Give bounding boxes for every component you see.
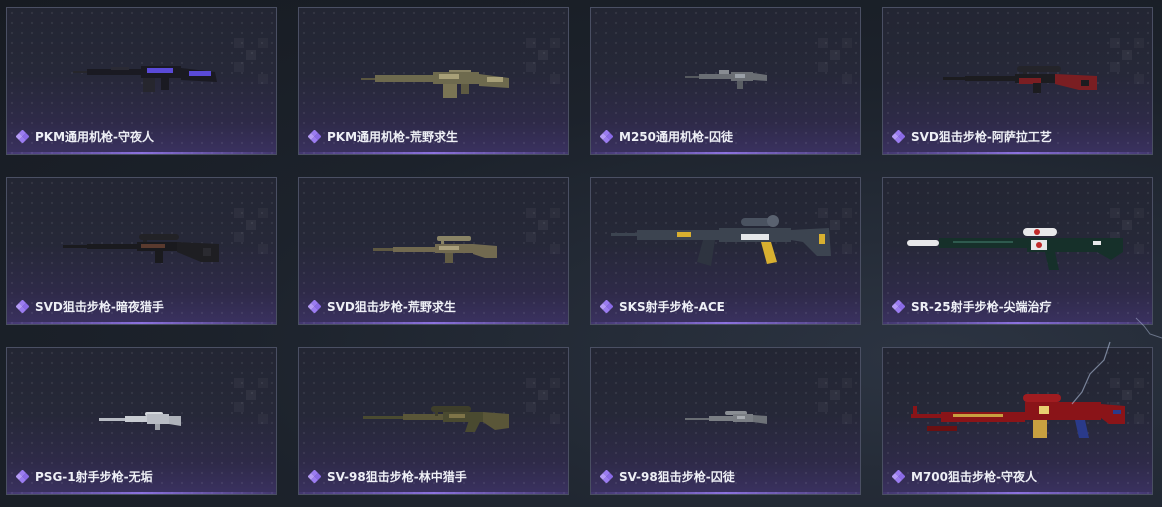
rarity-diamond-icon (892, 470, 905, 483)
weapon-skin-name: SVD狙击步枪-阿萨拉工艺 (911, 130, 1052, 144)
rarity-diamond-icon (16, 300, 29, 313)
card-label: SV-98狙击步枪-囚徒 (600, 468, 735, 485)
rarity-diamond-icon (16, 130, 29, 143)
rarity-diamond-icon (892, 130, 905, 143)
weapon-card[interactable]: PKM通用机枪-荒野求生 (298, 7, 569, 155)
weapon-card[interactable]: SVD狙击步枪-阿萨拉工艺 (882, 7, 1153, 155)
weapon-skin-grid: PKM通用机枪-守夜人 PKM通用机枪-荒野求生 M250通用机枪-囚徒 SVD… (6, 7, 1153, 495)
sniper-rifle-icon (911, 394, 1125, 438)
machine-gun-icon (361, 70, 509, 98)
sniper-rifle-icon (63, 234, 219, 263)
sniper-rifle-icon (943, 66, 1097, 93)
card-label: PSG-1射手步枪-无垢 (16, 468, 153, 485)
rarity-diamond-icon (308, 470, 321, 483)
card-label: M250通用机枪-囚徒 (600, 128, 733, 145)
marksman-rifle-icon (907, 228, 1123, 270)
weapon-card[interactable]: SVD狙击步枪-暗夜猎手 (6, 177, 277, 325)
card-label: PKM通用机枪-守夜人 (16, 128, 154, 145)
weapon-card[interactable]: PSG-1射手步枪-无垢 (6, 347, 277, 495)
weapon-card[interactable]: PKM通用机枪-守夜人 (6, 7, 277, 155)
card-label: SKS射手步枪-ACE (600, 298, 725, 315)
marksman-rifle-icon (611, 215, 831, 266)
weapon-skin-name: SV-98狙击步枪-囚徒 (619, 470, 735, 484)
weapon-skin-name: SV-98狙击步枪-林中猎手 (327, 470, 467, 484)
weapon-card[interactable]: M700狙击步枪-守夜人 (882, 347, 1153, 495)
weapon-skin-name: M700狙击步枪-守夜人 (911, 470, 1037, 484)
weapon-skin-name: PKM通用机枪-守夜人 (35, 130, 155, 144)
marksman-rifle-icon (99, 412, 181, 430)
weapon-skin-name: SKS射手步枪-ACE (619, 300, 725, 314)
machine-gun-icon (685, 70, 767, 89)
weapon-skin-name: SVD狙击步枪-荒野求生 (327, 300, 456, 314)
rarity-diamond-icon (892, 300, 905, 313)
card-label: SV-98狙击步枪-林中猎手 (308, 468, 467, 485)
weapon-skin-name: PKM通用机枪-荒野求生 (327, 130, 459, 144)
rarity-diamond-icon (600, 300, 613, 313)
card-label: SVD狙击步枪-暗夜猎手 (16, 298, 164, 315)
weapon-card[interactable]: SR-25射手步枪-尖端治疗 (882, 177, 1153, 325)
weapon-card[interactable]: SV-98狙击步枪-囚徒 (590, 347, 861, 495)
weapon-skin-name: M250通用机枪-囚徒 (619, 130, 733, 144)
rarity-diamond-icon (308, 300, 321, 313)
card-label: M700狙击步枪-守夜人 (892, 468, 1037, 485)
weapon-skin-name: SR-25射手步枪-尖端治疗 (911, 300, 1052, 314)
weapon-skin-name: PSG-1射手步枪-无垢 (35, 470, 153, 484)
weapon-card[interactable]: SV-98狙击步枪-林中猎手 (298, 347, 569, 495)
card-label: PKM通用机枪-荒野求生 (308, 128, 458, 145)
sniper-rifle-icon (373, 236, 497, 263)
machine-gun-icon (73, 66, 217, 92)
rarity-diamond-icon (600, 470, 613, 483)
sniper-rifle-icon (363, 406, 509, 432)
weapon-card[interactable]: SKS射手步枪-ACE (590, 177, 861, 325)
card-label: SVD狙击步枪-荒野求生 (308, 298, 456, 315)
rarity-diamond-icon (308, 130, 321, 143)
weapon-card[interactable]: SVD狙击步枪-荒野求生 (298, 177, 569, 325)
sniper-rifle-icon (685, 411, 767, 424)
weapon-skin-name: SVD狙击步枪-暗夜猎手 (35, 300, 164, 314)
card-label: SR-25射手步枪-尖端治疗 (892, 298, 1052, 315)
rarity-diamond-icon (600, 130, 613, 143)
weapon-card[interactable]: M250通用机枪-囚徒 (590, 7, 861, 155)
card-label: SVD狙击步枪-阿萨拉工艺 (892, 128, 1052, 145)
rarity-diamond-icon (16, 470, 29, 483)
